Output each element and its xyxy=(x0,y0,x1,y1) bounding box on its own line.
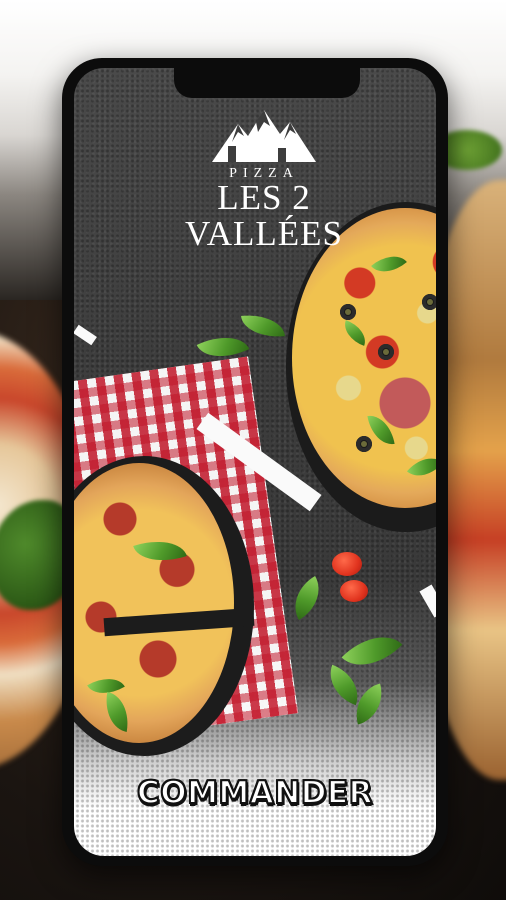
basil-leaf xyxy=(283,576,331,620)
app-screen: PIZZA LES 2 VALLÉES COMMANDER xyxy=(74,68,436,856)
phone-frame: PIZZA LES 2 VALLÉES COMMANDER xyxy=(62,58,448,866)
commander-button[interactable]: COMMANDER xyxy=(74,768,436,818)
olive xyxy=(356,436,372,452)
olive xyxy=(422,294,436,310)
basil-leaf xyxy=(241,312,285,340)
tomato-slice xyxy=(332,552,362,576)
olive xyxy=(340,304,356,320)
decor-stripe xyxy=(419,584,436,618)
mountains-logo-icon xyxy=(212,110,316,162)
phone-notch xyxy=(174,68,360,98)
olive xyxy=(378,344,394,360)
basil-leaf xyxy=(341,620,403,682)
commander-button-label: COMMANDER xyxy=(136,774,374,812)
tomato-slice xyxy=(340,580,368,602)
decor-stripe xyxy=(74,324,97,346)
brand-logo: PIZZA LES 2 VALLÉES xyxy=(154,106,374,252)
brand-name: LES 2 VALLÉES xyxy=(184,178,344,253)
